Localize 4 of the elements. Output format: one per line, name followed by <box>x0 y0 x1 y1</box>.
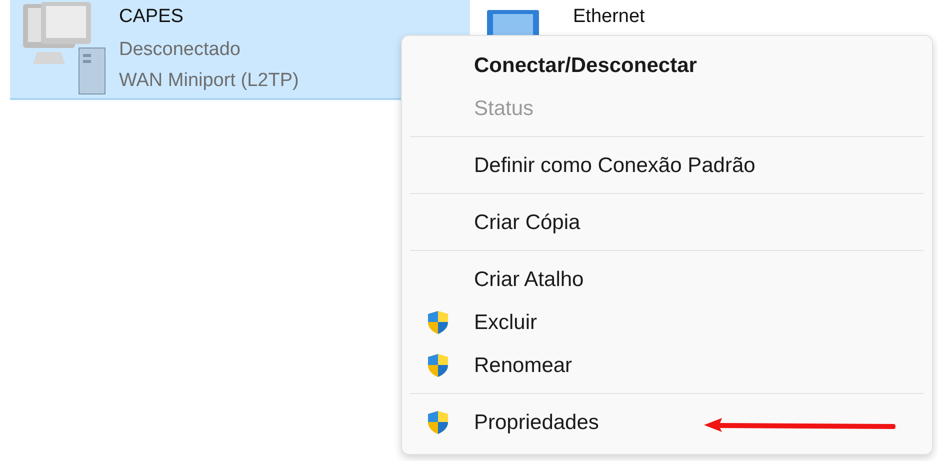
connection-name: CAPES <box>119 5 184 29</box>
connection-status: Desconectado <box>119 38 242 62</box>
device-name: WAN Miniport (L2TP) <box>119 69 299 93</box>
connection-name: Ethernet <box>573 5 645 29</box>
